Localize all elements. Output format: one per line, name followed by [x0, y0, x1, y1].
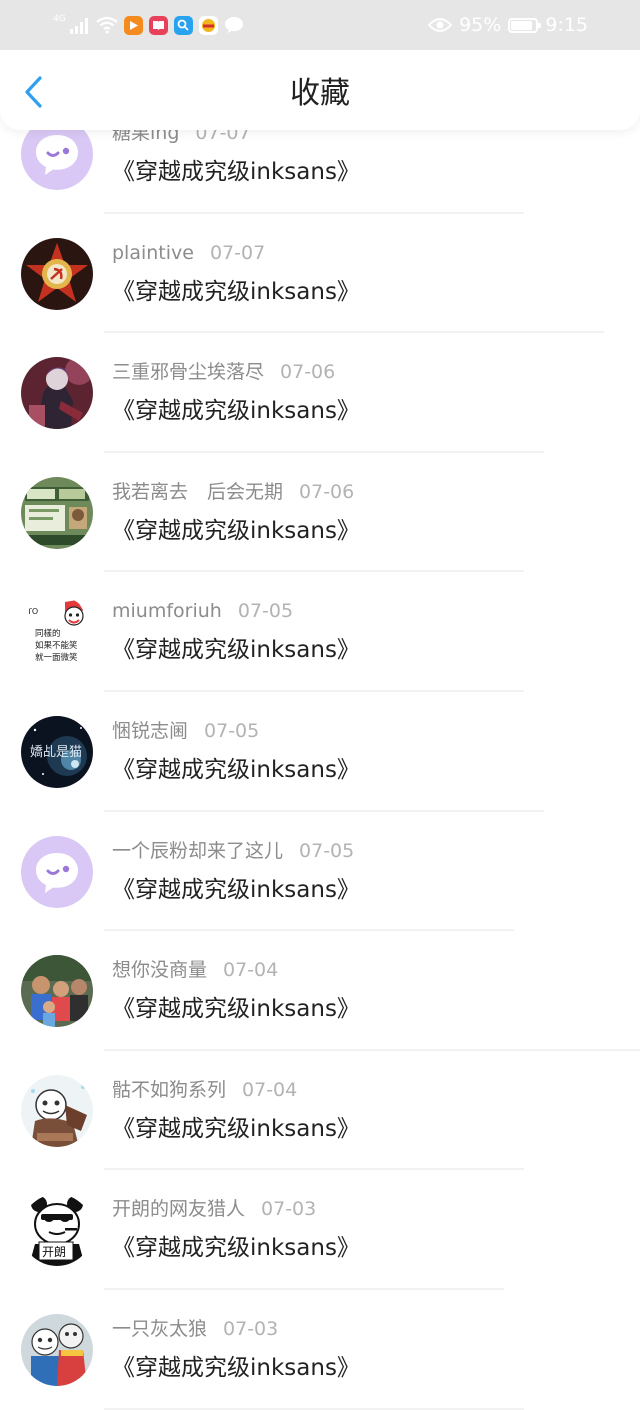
list-item[interactable]: 我若离去 后会无期 07-06 《穿越成究级inksans》: [0, 453, 640, 573]
battery-percent-label: 95%: [459, 14, 502, 36]
item-title[interactable]: 《穿越成究级inksans》: [112, 1352, 360, 1384]
date-label: 07-05: [204, 719, 260, 742]
item-title[interactable]: 《穿越成究级inksans》: [112, 395, 360, 427]
svg-text:如果不能笑: 如果不能笑: [35, 640, 78, 651]
svg-text:就一面微笑: 就一面微笑: [35, 652, 78, 663]
item-title[interactable]: 《穿越成究级inksans》: [112, 754, 360, 786]
skeleton-duo-avatar[interactable]: [21, 1313, 93, 1386]
item-meta: 悃锐志阃 07-05: [112, 718, 259, 744]
wifi-icon: [96, 16, 118, 34]
username-label[interactable]: plaintive: [112, 242, 194, 264]
item-title[interactable]: 《穿越成究级inksans》: [112, 993, 360, 1025]
list-item[interactable]: 骷不如狗系列 07-04 《穿越成究级inksans》: [0, 1051, 640, 1171]
date-label: 07-05: [237, 600, 294, 623]
header: 收藏: [0, 50, 640, 130]
date-label: 07-06: [299, 480, 355, 503]
favorites-list: 糖果ing 07-07 《穿越成究级inksans》 plaintive 07-07…: [0, 94, 640, 1410]
username-label[interactable]: 一个辰粉却来了这儿: [112, 840, 283, 862]
clock-label: 9:15: [545, 14, 588, 36]
panda-meme-avatar[interactable]: 开朗: [21, 1194, 93, 1267]
date-label: 07-04: [242, 1078, 298, 1101]
item-title[interactable]: 《穿越成究级inksans》: [112, 634, 360, 666]
video-app-icon: [123, 15, 143, 35]
character-avatar[interactable]: [21, 357, 93, 430]
date-label: 07-07: [209, 241, 266, 264]
item-title[interactable]: 《穿越成究级inksans》: [112, 156, 360, 188]
list-item[interactable]: TO 同樣的 如果不能笑 就一面微笑 miumforiuh 07-05 《穿越成究级in…: [0, 572, 640, 692]
emblem-avatar[interactable]: [21, 237, 93, 310]
svg-text:开朗: 开朗: [42, 1245, 66, 1259]
list-item[interactable]: 三重邪骨尘埃落尽 07-06 《穿越成究级inksans》: [0, 333, 640, 453]
list-item[interactable]: 开朗 开朗的网友猎人 07-03 《穿越成究级inksans》: [0, 1170, 640, 1290]
row-divider: [104, 1407, 524, 1410]
svg-text:嬌乩是猫: 嬌乩是猫: [30, 745, 82, 760]
item-meta: 一只灰太狼 07-03: [112, 1316, 278, 1342]
skeleton-cartoon-avatar[interactable]: [21, 1074, 93, 1147]
date-label: 07-04: [223, 959, 279, 982]
item-meta: 开朗的网友猎人 07-03: [112, 1196, 316, 1222]
item-meta: 我若离去 后会无期 07-06: [112, 479, 354, 505]
date-label: 07-03: [223, 1317, 279, 1340]
network-type-label: 4G: [53, 13, 66, 24]
username-label[interactable]: 一只灰太狼: [112, 1318, 207, 1340]
battery-fill: [511, 20, 533, 30]
item-meta: plaintive 07-07: [112, 240, 265, 266]
username-label[interactable]: 骷不如狗系列: [112, 1079, 226, 1101]
page-title: 收藏: [290, 76, 350, 111]
sohu-app-icon: [198, 15, 218, 35]
eye-icon: [428, 18, 453, 32]
item-meta: 一个辰粉却来了这儿 07-05: [112, 838, 354, 864]
username-label[interactable]: 想你没商量: [112, 959, 207, 981]
status-right: 95% 9:15: [428, 12, 588, 38]
date-label: 07-05: [299, 839, 355, 862]
username-label[interactable]: 我若离去 后会无期: [112, 481, 283, 503]
username-label[interactable]: 悃锐志阃: [112, 720, 188, 742]
item-title[interactable]: 《穿越成究级inksans》: [112, 515, 360, 547]
username-label[interactable]: 三重邪骨尘埃落尽: [112, 361, 264, 383]
date-label: 07-03: [261, 1198, 317, 1221]
item-meta: miumforiuh 07-05: [112, 598, 293, 624]
battery-icon: [508, 17, 542, 33]
game-screenshot-avatar[interactable]: [21, 476, 93, 549]
item-title[interactable]: 《穿越成究级inksans》: [112, 874, 360, 906]
svg-text:TO: TO: [26, 607, 38, 616]
reader-app-icon: [148, 15, 168, 35]
default-chat-avatar[interactable]: [21, 835, 93, 908]
status-bar: 4G 95% 9:15: [0, 0, 640, 50]
list-item[interactable]: 一只灰太狼 07-03 《穿越成究级inksans》: [0, 1290, 640, 1410]
item-title[interactable]: 《穿越成究级inksans》: [112, 1113, 360, 1145]
svg-text:同樣的: 同樣的: [35, 628, 61, 639]
browser-app-icon: [173, 15, 193, 35]
item-meta: 三重邪骨尘埃落尽 07-06: [112, 359, 335, 385]
item-title[interactable]: 《穿越成究级inksans》: [112, 276, 360, 308]
list-item[interactable]: 一个辰粉却来了这儿 07-05 《穿越成究级inksans》: [0, 812, 640, 932]
item-meta: 骷不如狗系列 07-04: [112, 1077, 297, 1103]
username-label[interactable]: 开朗的网友猎人: [112, 1198, 245, 1220]
username-label[interactable]: miumforiuh: [112, 600, 222, 622]
signal-icon: [69, 18, 88, 34]
status-left: 4G: [53, 13, 244, 37]
message-icon: [224, 17, 243, 33]
list-item[interactable]: 嬌乩是猫 悃锐志阃 07-05 《穿越成究级inksans》: [0, 692, 640, 812]
group-photo-avatar[interactable]: [21, 955, 93, 1028]
dark-galaxy-avatar[interactable]: 嬌乩是猫: [21, 715, 93, 788]
item-title[interactable]: 《穿越成究级inksans》: [112, 1232, 360, 1264]
list-item[interactable]: plaintive 07-07 《穿越成究级inksans》: [0, 214, 640, 334]
cartoon-sticker-avatar[interactable]: TO 同樣的 如果不能笑 就一面微笑: [21, 596, 93, 669]
date-label: 07-06: [280, 361, 336, 384]
item-meta: 想你没商量 07-04: [112, 957, 278, 983]
list-item[interactable]: 想你没商量 07-04 《穿越成究级inksans》: [0, 931, 640, 1051]
